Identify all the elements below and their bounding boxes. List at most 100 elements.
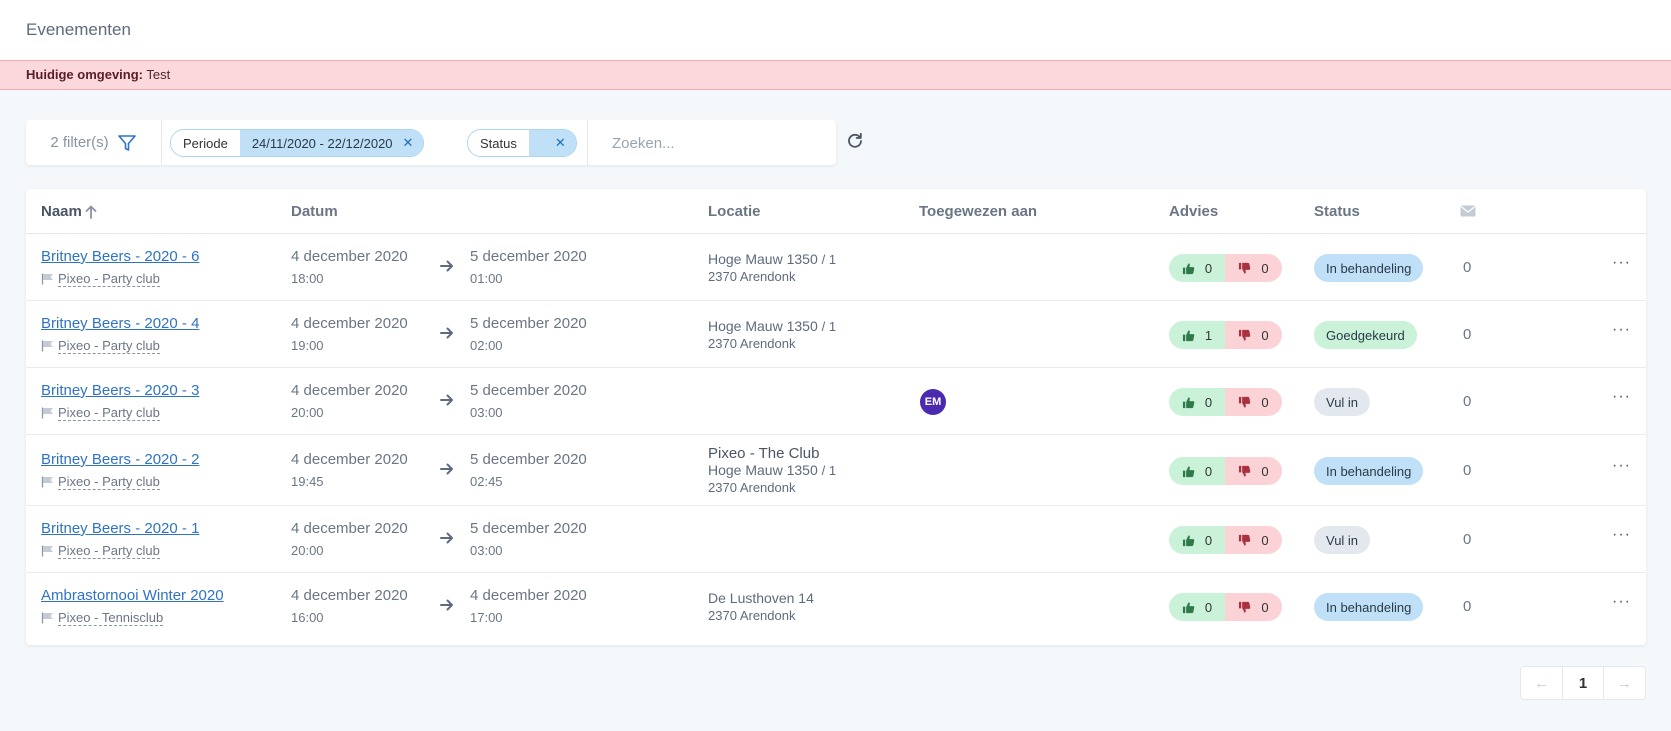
thumbs-down-icon <box>1239 465 1251 477</box>
more-options-icon[interactable]: ··· <box>1612 388 1631 406</box>
column-header-assigned[interactable]: Toegewezen aan <box>919 203 1037 220</box>
advice-positive-count: 0 <box>1204 599 1213 615</box>
status-badge: Vul in <box>1314 526 1371 554</box>
event-link[interactable]: Britney Beers - 2020 - 4 <box>41 315 199 332</box>
table-row[interactable]: Ambrastornooi Winter 2020 Pixeo - Tennisc… <box>26 573 1646 640</box>
filter-toggle-button[interactable]: 2 filter(s) <box>26 120 162 165</box>
table-row[interactable]: Britney Beers - 2020 - 1 Pixeo - Party cl… <box>26 506 1646 573</box>
advice-counter[interactable]: 00 <box>1169 254 1282 282</box>
filter-chip-value: ✕ <box>528 130 576 156</box>
column-header-status[interactable]: Status <box>1314 203 1360 220</box>
arrow-right-icon <box>439 392 455 413</box>
organisation-name: Pixeo - Tennisclub <box>58 610 164 626</box>
location-city: 2370 Arendonk <box>708 608 796 623</box>
start-time: 18:00 <box>291 271 324 286</box>
advice-positive[interactable]: 1 <box>1169 321 1225 349</box>
filter-chip-value-text: 24/11/2020 - 22/12/2020 <box>251 135 393 151</box>
avatar[interactable]: EM <box>920 389 946 415</box>
event-link[interactable]: Britney Beers - 2020 - 2 <box>41 451 199 468</box>
advice-negative-count: 0 <box>1261 260 1269 276</box>
filter-chip-value: 24/11/2020 - 22/12/2020 ✕ <box>239 130 424 156</box>
advice-counter[interactable]: 00 <box>1169 593 1282 621</box>
thumbs-down-icon <box>1239 329 1251 341</box>
location-number: / 1 <box>821 463 837 478</box>
arrow-right-icon <box>439 597 455 618</box>
flag-icon <box>41 476 53 488</box>
column-header-advice[interactable]: Advies <box>1169 203 1218 220</box>
more-options-icon[interactable]: ··· <box>1612 457 1631 475</box>
advice-positive[interactable]: 0 <box>1169 254 1225 282</box>
organisation-label[interactable]: Pixeo - Tennisclub <box>41 610 224 626</box>
arrow-right-icon[interactable]: → <box>1604 667 1645 699</box>
table-row[interactable]: Britney Beers - 2020 - 4 Pixeo - Party cl… <box>26 301 1646 368</box>
start-date: 4 december 2020 <box>291 451 408 468</box>
advice-negative[interactable]: 0 <box>1225 388 1282 416</box>
advice-negative[interactable]: 0 <box>1225 457 1282 485</box>
start-time: 19:00 <box>291 338 324 353</box>
filter-count: 2 filter(s) <box>50 134 109 151</box>
name-cell: Ambrastornooi Winter 2020 Pixeo - Tennisc… <box>41 587 224 626</box>
start-time: 20:00 <box>291 543 324 558</box>
more-options-icon[interactable]: ··· <box>1612 321 1631 339</box>
organisation-label[interactable]: Pixeo - Party club <box>41 405 199 421</box>
close-icon[interactable]: ✕ <box>403 135 414 151</box>
advice-positive-count: 0 <box>1204 394 1213 410</box>
location-street: Hoge Mauw 1350 / 1 <box>708 318 836 335</box>
organisation-label[interactable]: Pixeo - Party club <box>41 271 199 287</box>
more-options-icon[interactable]: ··· <box>1612 526 1631 544</box>
table-row[interactable]: Britney Beers - 2020 - 3 Pixeo - Party cl… <box>26 368 1646 435</box>
advice-positive[interactable]: 0 <box>1169 526 1225 554</box>
advice-positive[interactable]: 0 <box>1169 593 1225 621</box>
advice-negative-count: 0 <box>1261 327 1269 343</box>
name-cell: Britney Beers - 2020 - 6 Pixeo - Party cl… <box>41 248 199 287</box>
advice-negative[interactable]: 0 <box>1225 593 1282 621</box>
mail-count: 0 <box>1463 598 1472 615</box>
advice-counter[interactable]: 00 <box>1169 388 1282 416</box>
organisation-label[interactable]: Pixeo - Party club <box>41 543 199 559</box>
start-time: 20:00 <box>291 405 324 420</box>
start-date-cell: 4 december 2020 19:00 <box>291 315 408 353</box>
column-header-date[interactable]: Datum <box>291 203 338 220</box>
filter-chip-status[interactable]: Status ✕ <box>467 129 577 157</box>
advice-negative[interactable]: 0 <box>1225 321 1282 349</box>
divider <box>587 120 588 165</box>
advice-negative[interactable]: 0 <box>1225 526 1282 554</box>
advice-positive[interactable]: 0 <box>1169 388 1225 416</box>
start-date-cell: 4 december 2020 18:00 <box>291 248 408 286</box>
advice-counter[interactable]: 10 <box>1169 321 1282 349</box>
location-street-text: Hoge Mauw 1350 <box>708 462 818 478</box>
filter-chip-key: Status <box>468 130 529 156</box>
organisation-label[interactable]: Pixeo - Party club <box>41 474 199 490</box>
organisation-label[interactable]: Pixeo - Party club <box>41 338 199 354</box>
thumbs-up-icon <box>1182 465 1195 477</box>
table-row[interactable]: Britney Beers - 2020 - 6 Pixeo - Party cl… <box>26 234 1646 301</box>
close-icon[interactable]: ✕ <box>555 135 566 151</box>
event-link[interactable]: Britney Beers - 2020 - 3 <box>41 382 199 399</box>
advice-counter[interactable]: 00 <box>1169 457 1282 485</box>
end-date: 5 december 2020 <box>470 451 587 468</box>
advice-counter[interactable]: 00 <box>1169 526 1282 554</box>
table-row[interactable]: Britney Beers - 2020 - 2 Pixeo - Party cl… <box>26 435 1646 506</box>
filter-chip-periode[interactable]: Periode 24/11/2020 - 22/12/2020 ✕ <box>170 129 425 157</box>
location-cell: Hoge Mauw 1350 / 1 2370 Arendonk <box>708 251 836 285</box>
event-link[interactable]: Britney Beers - 2020 - 1 <box>41 520 199 537</box>
refresh-icon[interactable] <box>846 132 864 150</box>
end-date-cell: 5 december 2020 02:45 <box>470 451 587 489</box>
page-number[interactable]: 1 <box>1562 667 1604 699</box>
event-link[interactable]: Britney Beers - 2020 - 6 <box>41 248 199 265</box>
column-header-name[interactable]: Naam <box>41 203 97 220</box>
name-cell: Britney Beers - 2020 - 3 Pixeo - Party cl… <box>41 382 199 421</box>
advice-positive[interactable]: 0 <box>1169 457 1225 485</box>
advice-negative[interactable]: 0 <box>1225 254 1282 282</box>
event-link[interactable]: Ambrastornooi Winter 2020 <box>41 587 224 604</box>
more-options-icon[interactable]: ··· <box>1612 593 1631 611</box>
advice-negative-count: 0 <box>1261 532 1269 548</box>
advice-negative-count: 0 <box>1261 394 1269 410</box>
location-city: 2370 Arendonk <box>708 480 796 495</box>
more-options-icon[interactable]: ··· <box>1612 254 1631 272</box>
search-input[interactable] <box>612 132 812 154</box>
column-header-location[interactable]: Locatie <box>708 203 761 220</box>
start-date: 4 december 2020 <box>291 587 408 604</box>
arrow-left-icon[interactable]: ← <box>1521 667 1562 699</box>
location-city: 2370 Arendonk <box>708 336 796 351</box>
